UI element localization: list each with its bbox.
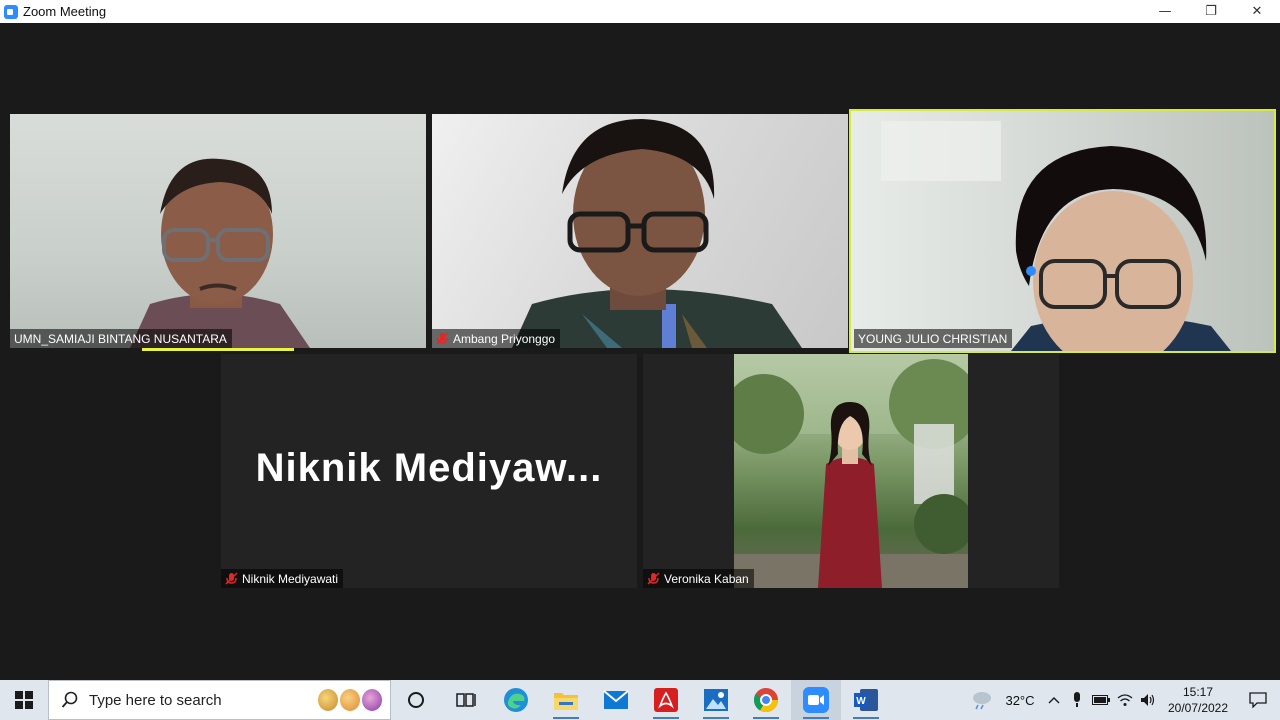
close-button[interactable]: ✕: [1234, 0, 1280, 23]
chrome-icon[interactable]: [741, 680, 791, 720]
notifications-icon[interactable]: [1236, 680, 1280, 720]
participant-video: [432, 114, 848, 348]
participant-video-frame: [512, 119, 802, 348]
video-tile[interactable]: Ambang Priyonggo: [432, 114, 848, 348]
show-hidden-icons-chevron-icon[interactable]: [1042, 680, 1066, 720]
word-icon[interactable]: W: [841, 680, 891, 720]
file-explorer-icon[interactable]: [541, 680, 591, 720]
restore-button[interactable]: ❐: [1188, 0, 1234, 23]
mic-muted-icon: [647, 572, 660, 585]
participant-video-frame: [724, 354, 979, 588]
mic-muted-icon: [436, 332, 449, 345]
participant-name: YOUNG JULIO CHRISTIAN: [858, 331, 1008, 346]
gallery-view: UMN_SAMIAJI BINTANG NUSANTARA Ambang Pri…: [0, 23, 1280, 680]
weather-temperature[interactable]: 32°C: [998, 680, 1042, 720]
participant-name: Ambang Priyonggo: [453, 331, 556, 346]
search-highlight-icon: [318, 689, 382, 711]
video-tile-active-speaker[interactable]: YOUNG JULIO CHRISTIAN: [849, 109, 1276, 353]
system-tray: 32°C 15:17 20/07/2022: [966, 680, 1280, 720]
participant-name: Veronika Kaban: [664, 571, 749, 586]
participant-name-bar: Veronika Kaban: [643, 569, 754, 588]
participant-name-bar: UMN_SAMIAJI BINTANG NUSANTARA: [10, 329, 232, 348]
edge-icon[interactable]: [491, 680, 541, 720]
window-titlebar: Zoom Meeting — ❐ ✕: [0, 0, 1280, 23]
battery-icon[interactable]: [1088, 680, 1114, 720]
windows-logo-icon: [15, 691, 33, 709]
video-tile[interactable]: Veronika Kaban: [643, 354, 1059, 588]
participant-name-bar: Niknik Mediyawati: [221, 569, 344, 588]
participant-video: [851, 111, 1274, 351]
speaking-indicator: [142, 348, 294, 351]
participant-video-frame: [130, 158, 310, 348]
participant-display-name: Niknik Mediyaw...: [255, 446, 603, 490]
windows-taskbar: Type here to search W 32°C 15:17 20/07/2…: [0, 680, 1280, 720]
window-controls: — ❐ ✕: [1142, 0, 1280, 23]
mail-icon[interactable]: [591, 680, 641, 720]
participant-name-bar: YOUNG JULIO CHRISTIAN: [854, 329, 1013, 348]
participant-video-frame: [881, 121, 1231, 351]
clock-time: 15:17: [1182, 685, 1214, 699]
participant-video: [10, 114, 426, 348]
search-placeholder: Type here to search: [89, 691, 222, 709]
start-button[interactable]: [0, 680, 48, 720]
zoom-app-icon: [4, 4, 18, 19]
microphone-icon[interactable]: [1066, 680, 1088, 720]
minimize-button[interactable]: —: [1142, 0, 1188, 23]
zoom-icon[interactable]: [791, 680, 841, 720]
taskbar-clock[interactable]: 15:17 20/07/2022: [1160, 680, 1236, 720]
weather-icon[interactable]: [966, 680, 998, 720]
participant-video: [724, 354, 979, 588]
participant-name: Niknik Mediyawati: [242, 571, 339, 586]
cortana-icon[interactable]: [391, 680, 441, 720]
photos-icon[interactable]: [691, 680, 741, 720]
video-tile[interactable]: UMN_SAMIAJI BINTANG NUSANTARA: [10, 114, 426, 348]
svg-text:W: W: [856, 696, 866, 707]
participant-name-bar: Ambang Priyonggo: [432, 329, 561, 348]
mic-muted-icon: [225, 572, 238, 585]
acrobat-icon[interactable]: [641, 680, 691, 720]
video-tile-no-video[interactable]: Niknik Mediyaw... Niknik Mediyawati: [221, 354, 637, 588]
wifi-icon[interactable]: [1114, 680, 1136, 720]
clock-date: 20/07/2022: [1167, 701, 1229, 715]
task-view-icon[interactable]: [441, 680, 491, 720]
participant-name: UMN_SAMIAJI BINTANG NUSANTARA: [14, 331, 227, 346]
volume-icon[interactable]: [1136, 680, 1160, 720]
window-title: Zoom Meeting: [23, 4, 107, 19]
search-icon: [61, 691, 78, 708]
taskbar-search-box[interactable]: Type here to search: [48, 680, 391, 720]
